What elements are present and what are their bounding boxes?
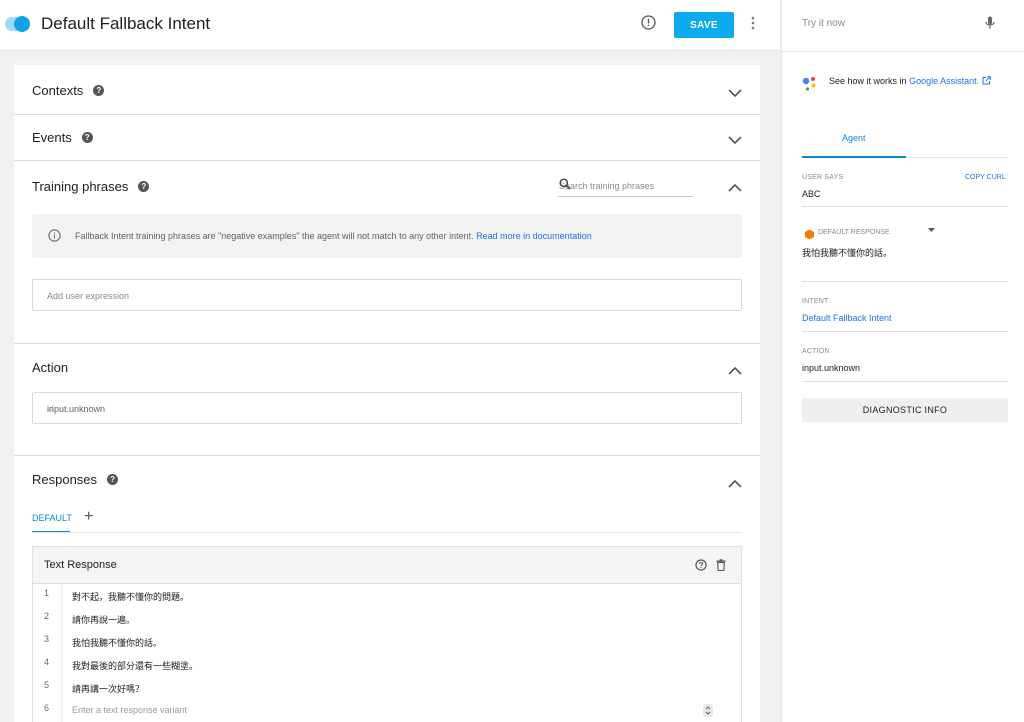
text-response-row[interactable]: 3 我怕我聽不懂你的話。 [33,630,741,653]
divider [14,114,760,115]
chevron-up-icon[interactable] [728,479,742,488]
help-icon[interactable]: ? [81,132,93,143]
line-number: 5 [44,680,50,690]
more-vert-icon[interactable] [749,16,757,30]
search-training-phrases-input[interactable]: Search training phrases [558,178,693,197]
google-assistant-logo-icon [802,76,820,92]
see-how-it-works: See how it works in Google Assistant. [829,76,991,86]
default-response-badge-icon [804,227,815,240]
line-number: 3 [44,634,50,644]
response-text[interactable]: 請你再說一遍。 [72,613,135,626]
fallback-info-text: Fallback Intent training phrases are "ne… [75,231,592,241]
default-response-value: 我怕我聽不懂你的話。 [802,248,893,258]
action-section-header[interactable]: Action [32,360,68,375]
google-assistant-link[interactable]: Google Assistant. [909,76,979,86]
line-number: 1 [44,588,50,598]
contexts-title: Contexts [32,83,84,98]
top-strip [14,60,760,65]
info-circle-icon[interactable] [641,15,656,30]
chevron-up-icon[interactable] [728,183,742,192]
response-variant-input[interactable]: Enter a text response variant [72,705,187,715]
action-value: input.unknown [802,363,861,373]
intent-editor: Contexts ? Events ? Training phrases ? S… [14,60,760,722]
contexts-section-header[interactable]: Contexts ? [32,83,105,98]
add-user-expression-input[interactable]: Add user expression [32,279,742,311]
user-says-value: ABC [802,189,821,199]
divider [802,206,1008,207]
text-response-row[interactable]: 2 請你再說一遍。 [33,607,741,630]
line-number: 6 [44,703,50,713]
line-number: 4 [44,657,50,667]
intent-enabled-toggle[interactable] [5,16,30,32]
training-phrases-title: Training phrases [32,179,129,194]
user-says-label: USER SAYS [802,174,844,181]
divider [802,331,1008,332]
help-outline-icon[interactable] [695,559,707,571]
response-text[interactable]: 我怕我聽不懂你的話。 [72,636,162,649]
divider [802,281,1008,282]
chevron-down-icon[interactable] [728,136,742,145]
resize-handle-icon[interactable] [47,404,54,412]
events-title: Events [32,130,72,145]
chevron-up-icon[interactable] [728,366,742,375]
search-icon[interactable] [559,178,687,190]
action-title: Action [32,360,69,375]
action-input[interactable]: input.unknown [32,392,742,424]
help-icon[interactable]: ? [138,181,150,192]
response-text[interactable]: 我對最後的部分還有一些糊塗。 [72,659,198,672]
delete-icon[interactable] [716,559,726,571]
tab-agent[interactable]: Agent [842,133,866,143]
info-icon [48,229,61,242]
text-response-title: Text Response [44,559,117,571]
text-response-new-row[interactable]: 6 Enter a text response variant [33,699,741,722]
microphone-icon[interactable] [985,16,995,30]
add-expression-placeholder: Add user expression [47,291,130,301]
tab-agent-underline [802,156,906,158]
test-console-panel: Try it now See how it works in Google As… [781,0,1024,722]
help-icon[interactable]: ? [107,474,119,485]
fallback-info-banner: Fallback Intent training phrases are "ne… [32,214,742,258]
divider [782,51,1024,52]
diagnostic-info-button[interactable]: DIAGNOSTIC INFO [802,398,1008,422]
info-message: Fallback Intent training phrases are "ne… [75,231,474,241]
text-response-row[interactable]: 1 對不起，我聽不懂你的問題。 [33,584,741,607]
stepper-icon[interactable] [703,704,713,717]
responses-title: Responses [32,472,98,487]
default-response-label: DEFAULT RESPONSE [818,229,890,236]
help-icon[interactable]: ? [93,85,105,96]
text-response-row[interactable]: 4 我對最後的部分還有一些糊塗。 [33,653,741,676]
tab-default[interactable]: DEFAULT [32,513,72,523]
action-label: ACTION [802,348,830,355]
response-text[interactable]: 對不起，我聽不懂你的問題。 [72,590,189,603]
see-how-text: See how it works in [829,76,907,86]
divider [14,455,760,456]
line-number: 2 [44,611,50,621]
dropdown-caret-icon[interactable] [928,228,935,233]
try-it-now-input[interactable]: Try it now [802,18,845,29]
add-tab-button[interactable]: + [84,508,93,526]
text-response-row[interactable]: 5 請再講一次好嗎？ [33,676,741,699]
response-text[interactable]: 請再講一次好嗎？ [72,682,144,695]
text-response-header: Text Response [33,547,741,584]
copy-curl-button[interactable]: COPY CURL [965,174,1006,181]
divider [14,343,760,344]
intent-header: Default Fallback Intent SAVE [0,0,780,51]
tabs-divider [32,532,742,533]
divider [802,381,1008,382]
read-more-link[interactable]: Read more in documentation [476,231,592,241]
chevron-down-icon[interactable] [728,89,742,98]
intent-label: INTENT [802,298,829,305]
toggle-knob [14,16,30,32]
divider [14,160,760,161]
responses-section-header[interactable]: Responses ? [32,472,119,487]
external-link-icon[interactable] [982,76,991,85]
action-value: input.unknown [47,404,106,414]
events-section-header[interactable]: Events ? [32,130,93,145]
intent-name[interactable]: Default Fallback Intent [41,14,210,34]
intent-link[interactable]: Default Fallback Intent [802,313,892,323]
text-response-card: Text Response 1 對不起，我聽不懂你的問題。 2 請你再說一遍。 … [32,546,742,722]
training-phrases-section-header[interactable]: Training phrases ? [32,179,150,194]
tabs-divider [906,157,1008,158]
save-button[interactable]: SAVE [674,12,734,38]
